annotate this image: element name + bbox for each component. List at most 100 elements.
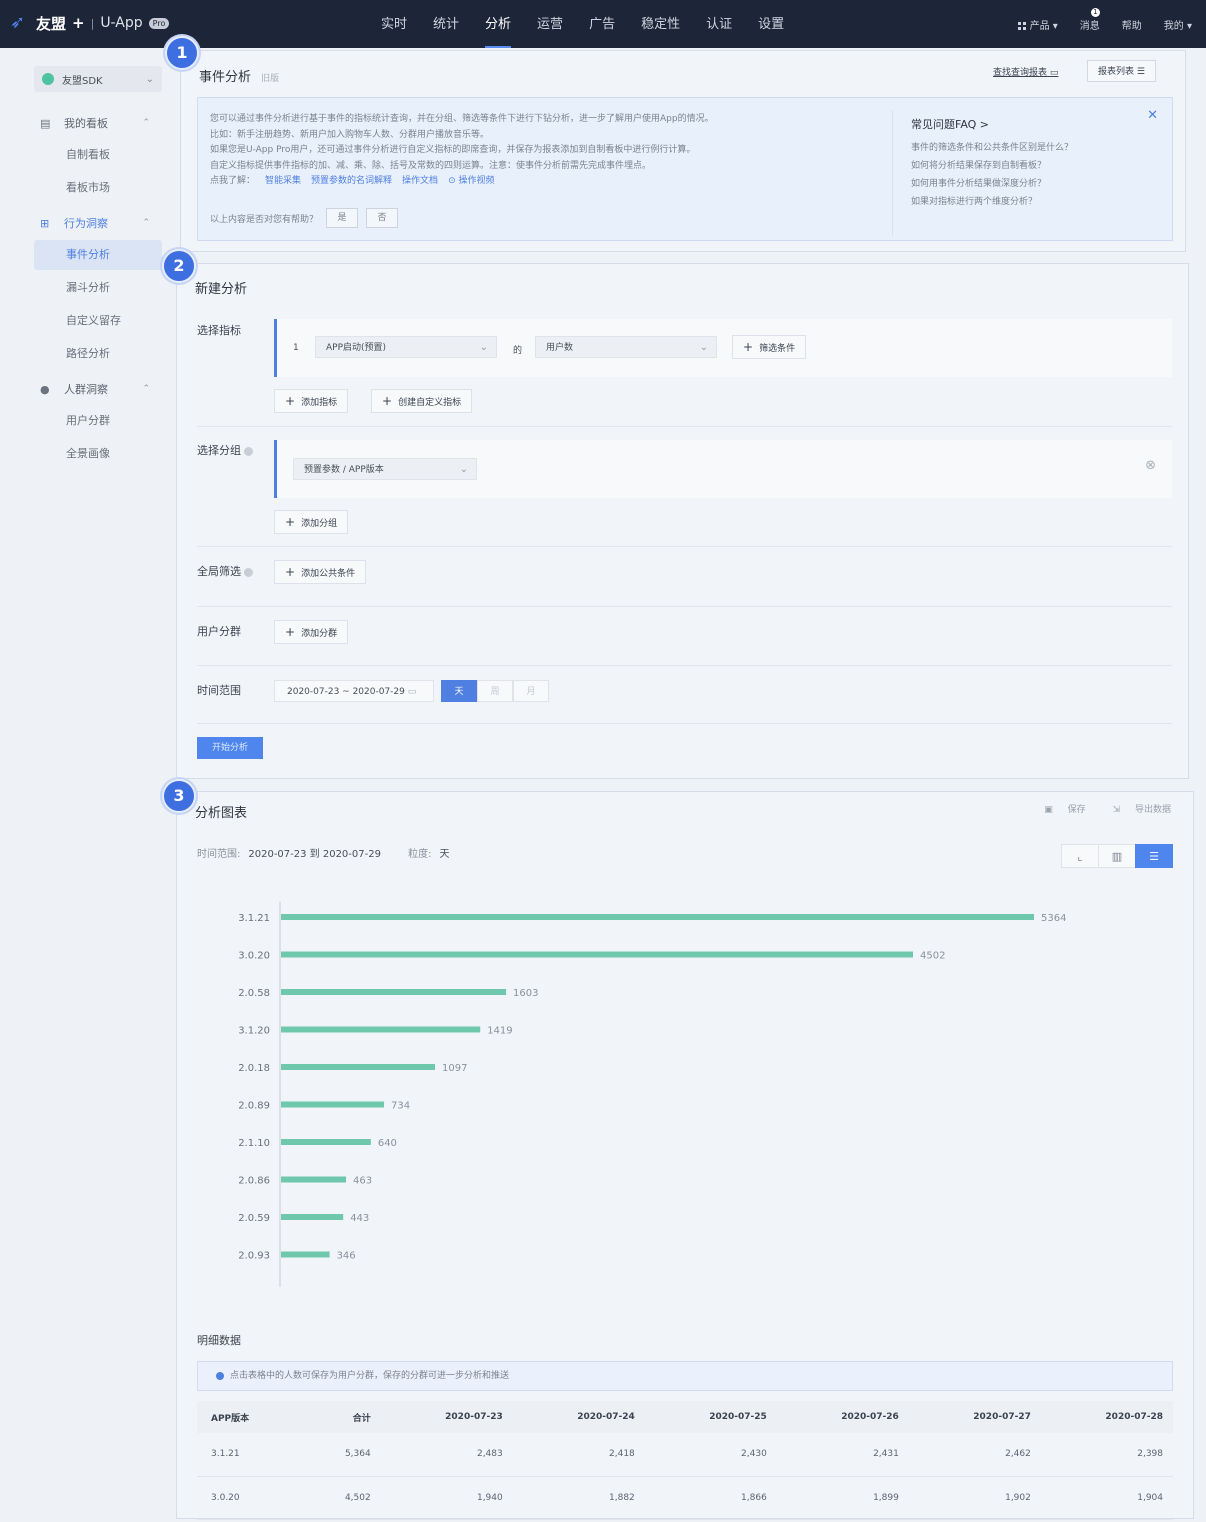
bar[interactable] [281,1064,435,1070]
faq-item[interactable]: 如何将分析结果保存到自制看板？ [911,157,1172,175]
faq-item[interactable]: 如果对指标进行两个维度分析？ [911,193,1172,211]
report-list-button[interactable]: 报表列表 ☰ [1087,60,1156,82]
nav-settings[interactable]: 设置 [745,0,797,48]
nav-statistics[interactable]: 统计 [420,0,472,48]
chevron-up-icon: ⌃ [142,384,150,394]
bar[interactable] [281,989,507,995]
cell-count[interactable]: 2,431 [776,1433,909,1477]
cell-count[interactable]: 5,364 [302,1433,381,1477]
nav-ads[interactable]: 广告 [576,0,628,48]
sidebar-group-behavior[interactable]: ⊞ 行为洞察 ⌃ [40,215,150,231]
faq-item[interactable]: 事件的筛选条件和公共条件区别是什么？ [911,139,1172,157]
help-link[interactable]: 帮助 [1122,17,1142,32]
sidebar-item-path[interactable]: 路径分析 [34,339,162,369]
sidebar-item-custom-board[interactable]: 自制看板 [34,140,162,170]
info-icon [216,1371,224,1380]
link-preset-params[interactable]: 预置参数的名词解释 [311,176,392,186]
event-select[interactable]: APP启动(预置) ⌄ [315,336,497,358]
page-title-text: 事件分析 [199,70,252,85]
nav-certification[interactable]: 认证 [693,0,745,48]
group-select[interactable]: 预置参数 / APP版本 ⌄ [293,458,477,480]
add-metric-button[interactable]: + 添加指标 [274,389,349,413]
granularity-day[interactable]: 天 [441,680,477,702]
plus-icon: + [285,394,296,408]
cell-count[interactable]: 1,882 [512,1476,645,1520]
start-analysis-button[interactable]: 开始分析 [197,737,263,759]
nav-realtime[interactable]: 实时 [368,0,420,48]
link-video[interactable]: ⊙ 操作视频 [448,176,494,186]
divider [197,606,1172,607]
bar[interactable] [281,1139,371,1145]
cell-count[interactable]: 2,418 [512,1433,645,1477]
event-select-value: APP启动(预置) [326,343,387,353]
find-saved-report-link[interactable]: 查找查询报表 ▭ [983,62,1068,84]
sidebar-group-dashboard[interactable]: ▤ 我的看板 ⌃ [40,115,150,131]
cell-count[interactable]: 1,902 [908,1476,1041,1520]
faq-title[interactable]: 常见问题FAQ > [911,116,1172,132]
col-header-date: 2020-07-23 [380,1401,513,1433]
save-button[interactable]: ▣ 保存 [1032,805,1085,815]
brand-logo[interactable]: ➶ 友盟 + | U-App Pro [10,12,170,34]
export-button[interactable]: ⇲ 导出数据 [1101,805,1171,815]
line-chart-icon[interactable]: ⌞ [1061,844,1099,868]
bar[interactable] [281,1214,344,1220]
create-custom-metric-button[interactable]: + 创建自定义指标 [371,389,473,413]
cell-count[interactable]: 2,483 [380,1433,513,1477]
category-label: 3.1.20 [238,1026,270,1037]
bar[interactable] [281,951,913,958]
feedback-no-button[interactable]: 否 [366,208,399,228]
cell-count[interactable]: 4,502 [302,1476,381,1520]
cell-count[interactable]: 2,398 [1040,1433,1173,1477]
cell-count[interactable]: 2,430 [644,1433,777,1477]
cell-count[interactable]: 1,866 [644,1476,777,1520]
bar[interactable] [281,914,1034,920]
bar[interactable] [281,1026,481,1033]
account-menu[interactable]: 我的 ▾ [1164,17,1192,32]
add-segment-button[interactable]: + 添加分群 [274,620,349,644]
link-docs[interactable]: 操作文档 [402,176,438,186]
close-icon[interactable]: ✕ [1147,108,1158,123]
measure-select-value: 用户数 [546,343,574,353]
sidebar-item-event-analysis[interactable]: 事件分析 [34,240,162,270]
sidebar-item-funnel[interactable]: 漏斗分析 [34,273,162,303]
save-icon: ▣ [1044,805,1053,815]
bar[interactable] [281,1176,346,1183]
filter-condition-button[interactable]: + 筛选条件 [732,335,807,359]
brand-plus: + [72,14,85,32]
measure-select[interactable]: 用户数 ⌄ [535,336,717,358]
remove-group-icon[interactable]: ⊗ [1145,458,1156,473]
report-icon: ▭ [1049,68,1059,78]
value-label: 443 [350,1213,369,1224]
category-label: 3.0.20 [238,951,270,962]
granularity-week[interactable]: 周 [477,680,513,702]
sidebar-group-crowd[interactable]: ● 人群洞察 ⌃ [40,381,150,397]
date-range-picker[interactable]: 2020-07-23 ~ 2020-07-29 ▭ [274,680,434,702]
granularity-month[interactable]: 月 [513,680,549,702]
cell-count[interactable]: 1,940 [380,1476,513,1520]
detail-table: APP版本 合计 2020-07-23 2020-07-24 2020-07-2… [197,1401,1173,1520]
horizontal-bar-icon[interactable]: ☰ [1135,844,1173,868]
bar-chart-icon[interactable]: ▥ [1098,844,1136,868]
faq-item[interactable]: 如何用事件分析结果做深度分析？ [911,175,1172,193]
sidebar-item-portrait[interactable]: 全景画像 [34,439,162,469]
bar[interactable] [281,1101,385,1108]
nav-analysis[interactable]: 分析 [472,0,524,48]
nav-operation[interactable]: 运营 [524,0,576,48]
sidebar-item-user-group[interactable]: 用户分群 [34,406,162,436]
products-menu[interactable]: 产品 ▾ [1017,17,1058,32]
cell-count[interactable]: 1,904 [1040,1476,1173,1520]
sdk-selector[interactable]: 友盟SDK ⌄ [34,66,162,92]
add-group-button[interactable]: + 添加分组 [274,510,349,534]
messages-link[interactable]: 消息 1 [1080,7,1100,32]
sidebar-item-retention[interactable]: 自定义留存 [34,306,162,336]
help-line: 如果您是U-App Pro用户，还可通过事件分析进行自定义指标的即席查询，并保存… [210,145,696,155]
user-icon: ● [40,382,50,396]
nav-stability[interactable]: 稳定性 [628,0,693,48]
link-smart-collect[interactable]: 智能采集 [265,176,301,186]
cell-count[interactable]: 1,899 [776,1476,909,1520]
bar[interactable] [281,1251,330,1258]
add-public-condition-button[interactable]: + 添加公共条件 [274,560,367,584]
feedback-yes-button[interactable]: 是 [326,208,359,228]
cell-count[interactable]: 2,462 [908,1433,1041,1477]
sidebar-item-board-market[interactable]: 看板市场 [34,173,162,203]
